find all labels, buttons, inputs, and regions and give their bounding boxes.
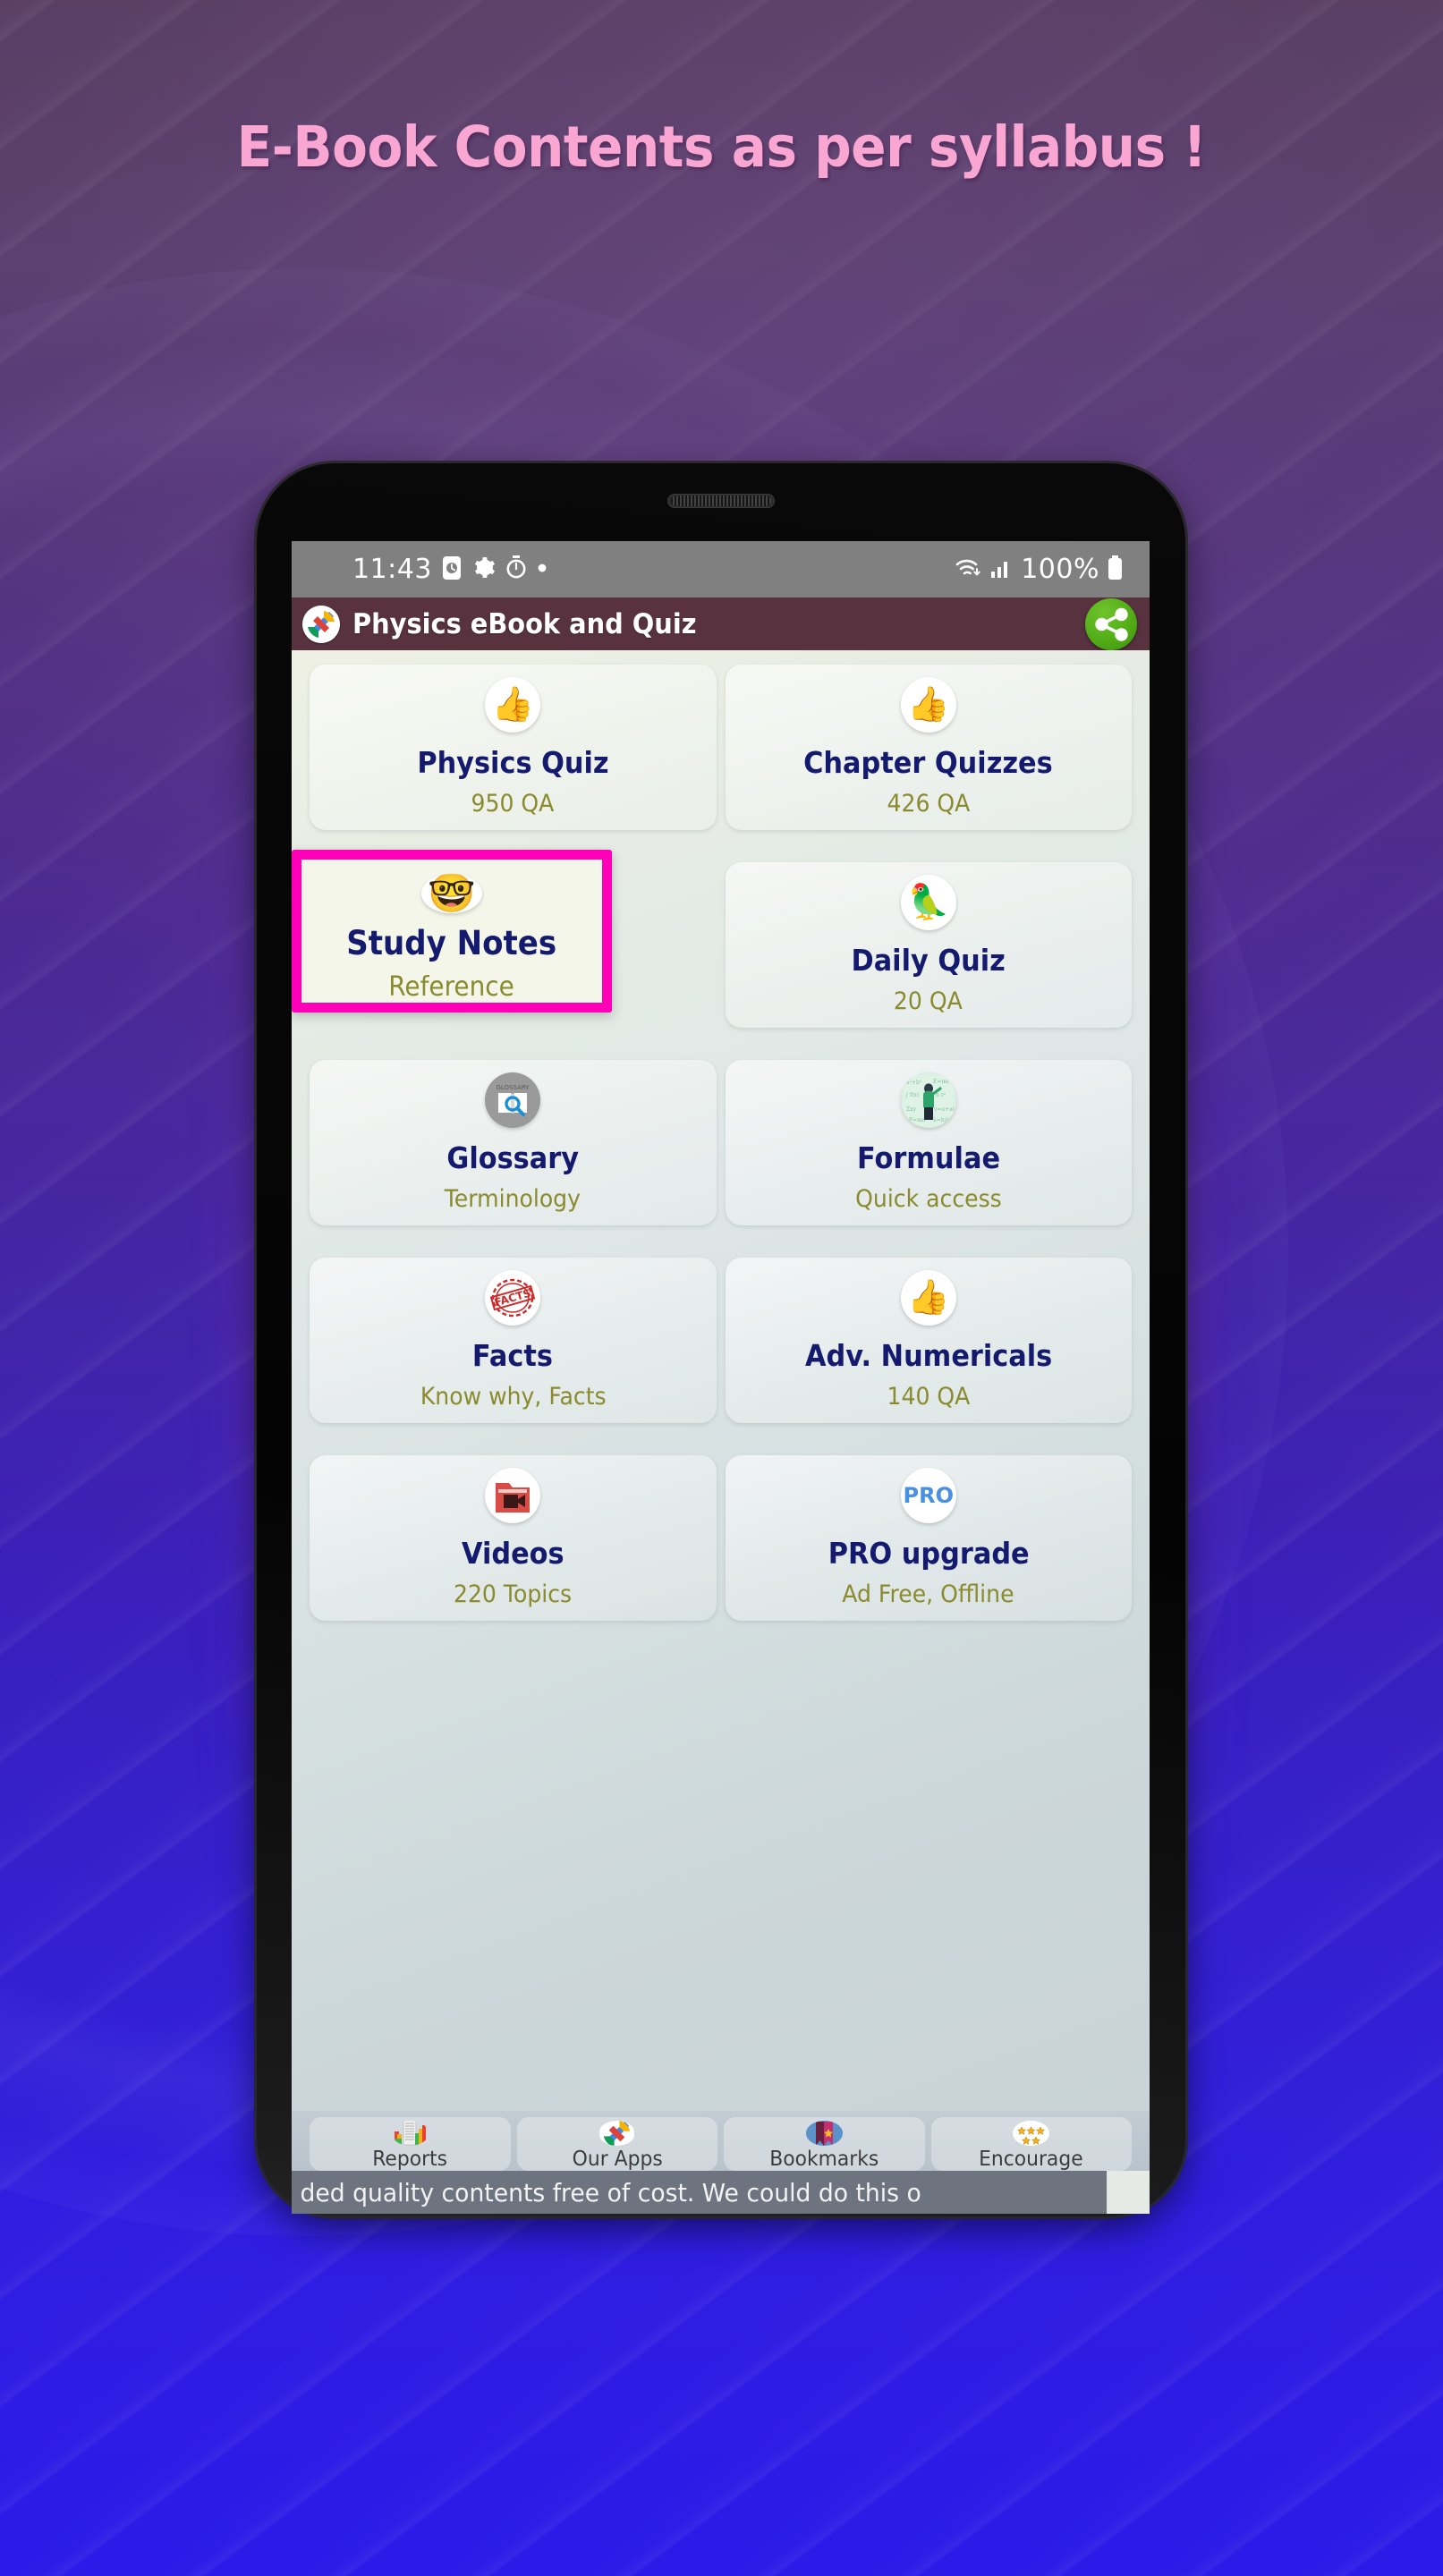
five-stars-icon [1013,2121,1050,2146]
battery-percent: 100% [1021,554,1099,585]
svg-text:E=mc²: E=mc² [933,1079,952,1085]
tile-title: Physics Quiz [417,745,609,780]
quick-item-label: Reports [372,2148,448,2171]
tile-subtitle: Terminology [445,1185,581,1213]
tile-videos[interactable]: Videos 220 Topics [310,1455,717,1621]
tile-title: Glossary [446,1140,580,1175]
svg-text:∫ f(x): ∫ f(x) [905,1092,919,1098]
thumbs-up-icon: 👍 [900,677,956,733]
video-folder-icon [485,1468,541,1523]
quick-item-label: Our Apps [572,2148,663,2171]
tile-row: FACTS Facts Know why, Facts 👍 Adv. Numer… [310,1258,1132,1423]
tile-adv-numericals[interactable]: 👍 Adv. Numericals 140 QA [725,1258,1132,1423]
svg-text:a²+b²: a²+b² [906,1080,922,1086]
thumbs-up-icon: 👍 [900,1270,956,1326]
app-bar: Physics eBook and Quiz [292,597,1150,650]
share-icon[interactable] [1085,597,1137,650]
tile-subtitle: 220 Topics [454,1580,573,1608]
earpiece-speaker-icon [667,494,775,508]
quick-item-encourage[interactable]: Encourage [930,2117,1132,2171]
tile-daily-quiz[interactable]: 🦜 Daily Quiz 20 QA [725,862,1132,1028]
quick-item-our-apps[interactable]: Our Apps [516,2117,717,2171]
app-logo-icon [598,2121,635,2146]
tile-title: Chapter Quizzes [803,745,1054,780]
battery-icon [1108,555,1123,584]
tile-row: 👍 Physics Quiz 950 QA 👍 Chapter Quizzes … [310,665,1132,830]
promo-background: E-Book Contents as per syllabus ! 11:43 [0,0,1443,2576]
tile-title: PRO upgrade [828,1536,1030,1571]
tile-title: Facts [472,1338,554,1373]
tile-chapter-quizzes[interactable]: 👍 Chapter Quizzes 426 QA [725,665,1132,830]
promo-headline: E-Book Contents as per syllabus ! [236,114,1207,180]
tile-row: Videos 220 Topics PRO PRO upgrade Ad Fre… [310,1455,1132,1621]
svg-text:λ=h/p: λ=h/p [933,1117,950,1123]
reports-chart-icon [392,2121,429,2146]
tile-title: Daily Quiz [851,943,1006,978]
tile-grid: 👍 Physics Quiz 950 QA 👍 Chapter Quizzes … [292,650,1150,2111]
tile-subtitle: 950 QA [471,790,555,818]
tile-subtitle: Quick access [854,1185,1002,1213]
tile-title: Adv. Numericals [804,1338,1052,1373]
quick-item-bookmarks[interactable]: Bookmarks [724,2117,925,2171]
svg-text:v=u+at: v=u+at [933,1106,954,1113]
ticker-message: ded quality contents free of cost. We co… [292,2171,1108,2214]
tile-subtitle: 20 QA [894,987,963,1015]
tile-row: GLOSSARY Glossary Terminology a²+b² E=mc… [310,1060,1132,1225]
app-bar-title: Physics eBook and Quiz [352,607,697,640]
tile-row: 🤓 Study Notes Reference 🦜 Daily Quiz 20 … [292,850,1132,1028]
glossary-book-search-icon: GLOSSARY [485,1072,541,1128]
tile-subtitle: 426 QA [887,790,971,818]
quick-item-label: Bookmarks [769,2148,879,2171]
wifi-icon [955,556,981,583]
status-bar-left: 11:43 [311,554,547,585]
gear-icon [471,555,496,583]
tile-physics-quiz[interactable]: 👍 Physics Quiz 950 QA [310,665,717,830]
timer-icon [505,555,527,583]
pro-badge-label: PRO [903,1483,954,1508]
tile-glossary[interactable]: GLOSSARY Glossary Terminology [310,1060,717,1225]
svg-text:Σxy: Σxy [906,1106,917,1113]
tile-title: Formulae [856,1140,1000,1175]
bookmark-star-icon [805,2121,843,2146]
svg-text:π r²: π r² [936,1092,946,1098]
quick-item-label: Encourage [979,2148,1084,2171]
tile-study-notes[interactable]: 🤓 Study Notes Reference [292,850,612,1013]
status-bar-right: 100% [955,554,1130,585]
facts-stamp-icon: FACTS [485,1270,541,1326]
tile-subtitle: Ad Free, Offline [842,1580,1014,1608]
nerd-reading-icon: 🤓 [421,874,482,913]
phone-screen: 11:43 100% Physics eBook and Quiz 👍 Phys… [292,541,1150,2214]
quick-access-bar: Reports Our Apps Bookmarks Encourage [292,2111,1150,2171]
status-time: 11:43 [352,554,432,585]
tile-subtitle: 140 QA [887,1383,971,1411]
thumbs-up-icon: 👍 [485,677,541,733]
formulae-person-icon: a²+b² E=mc² ∫ f(x) π r² Σxy v=u+at F=ma λ=h/… [900,1072,956,1128]
tile-subtitle: Know why, Facts [420,1383,607,1411]
dot-icon [537,563,547,577]
parrot-icon: 🦜 [900,875,956,930]
svg-text:F=ma: F=ma [909,1117,926,1123]
svg-text:GLOSSARY: GLOSSARY [497,1084,531,1091]
signal-icon [989,556,1013,583]
tile-formulae[interactable]: a²+b² E=mc² ∫ f(x) π r² Σxy v=u+at F=ma λ=h/… [725,1060,1132,1225]
tile-pro-upgrade[interactable]: PRO PRO upgrade Ad Free, Offline [725,1455,1132,1621]
tile-title: Study Notes [346,924,557,962]
pro-badge-icon: PRO [900,1468,956,1523]
tile-subtitle: Reference [388,971,515,1003]
tile-facts[interactable]: FACTS Facts Know why, Facts [310,1258,717,1423]
app-logo-icon [302,605,340,643]
alarm-icon [442,555,462,584]
tile-title: Videos [461,1536,564,1571]
quick-item-reports[interactable]: Reports [310,2117,511,2171]
status-bar: 11:43 100% [292,541,1150,597]
